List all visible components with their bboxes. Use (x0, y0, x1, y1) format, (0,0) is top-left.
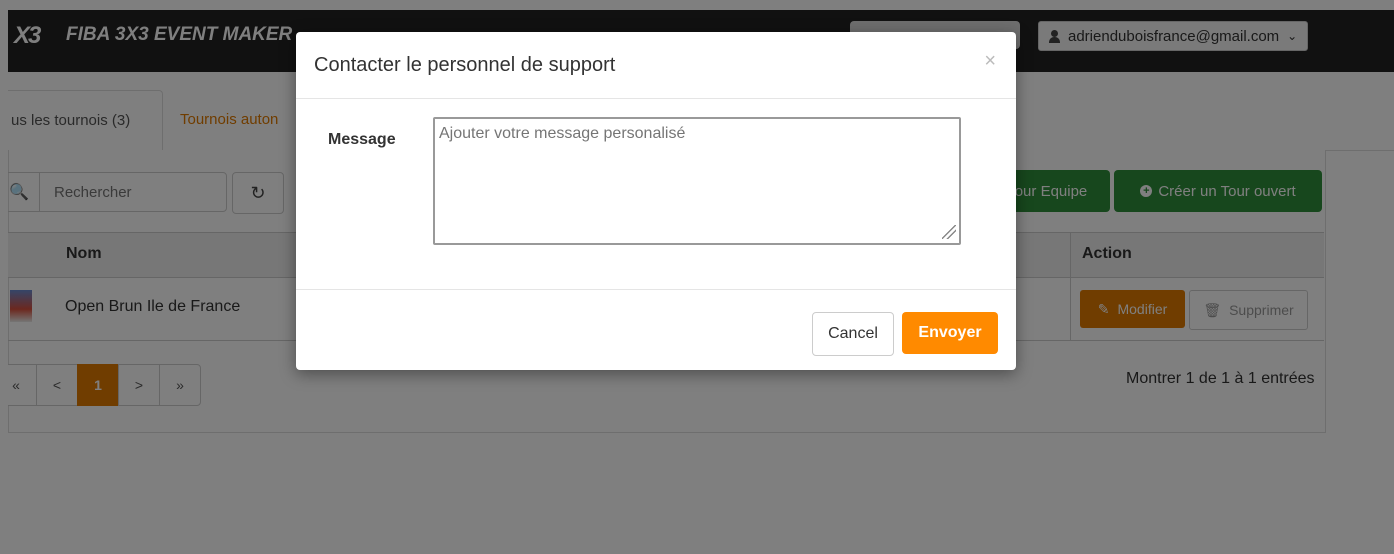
close-icon[interactable]: × (984, 50, 996, 73)
message-label: Message (328, 131, 396, 148)
cancel-button[interactable]: Cancel (812, 312, 894, 356)
modal-title: Contacter le personnel de support (314, 54, 616, 76)
modal-body: Message (296, 99, 1016, 290)
modal-footer: Cancel Envoyer (296, 290, 1016, 370)
send-button[interactable]: Envoyer (902, 312, 998, 354)
support-modal: Contacter le personnel de support × Mess… (296, 32, 1016, 370)
resize-handle-icon[interactable] (942, 225, 956, 239)
modal-header: Contacter le personnel de support × (296, 32, 1016, 99)
message-textarea[interactable] (433, 117, 961, 245)
